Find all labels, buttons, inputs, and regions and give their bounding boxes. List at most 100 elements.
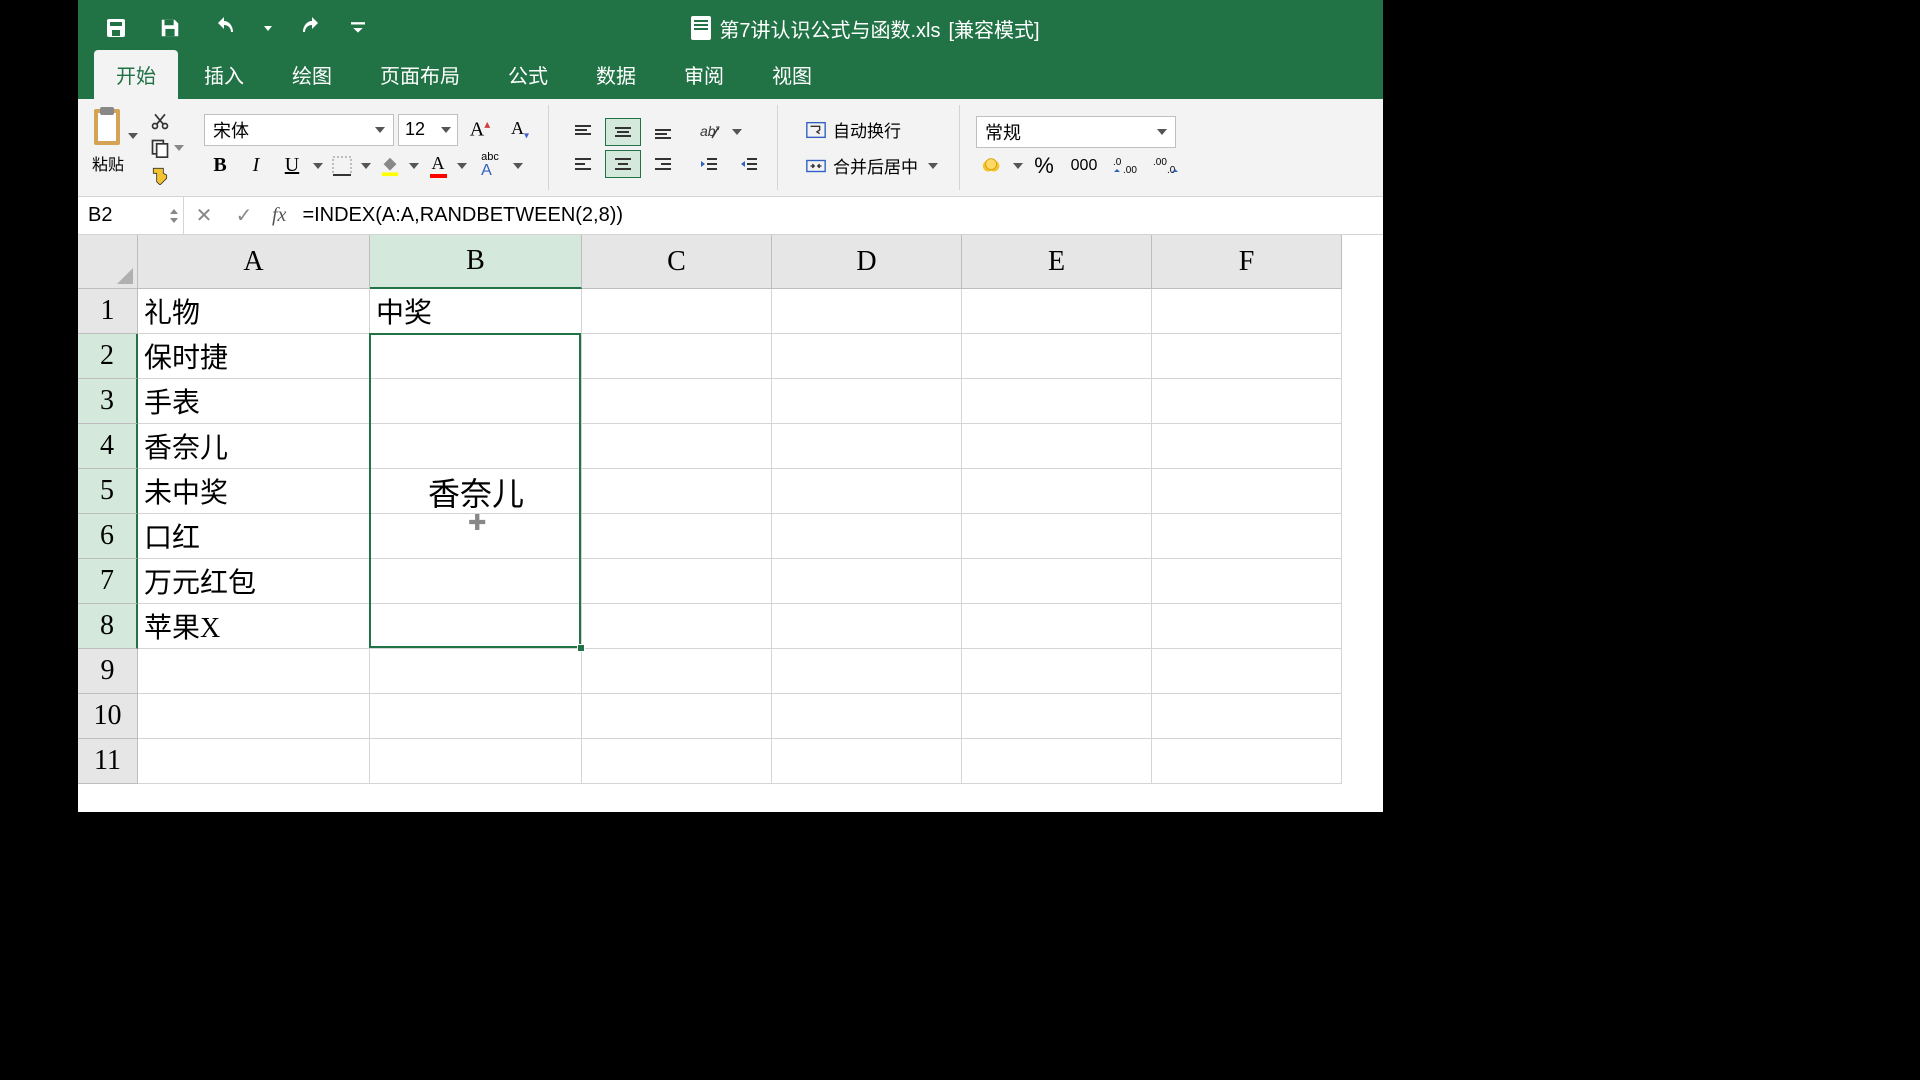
col-header-E[interactable]: E	[962, 235, 1152, 289]
cell-A11[interactable]	[138, 739, 370, 784]
orientation-dropdown[interactable]	[731, 118, 743, 146]
cell-C9[interactable]	[582, 649, 772, 694]
cell-C6[interactable]	[582, 514, 772, 559]
cell-D6[interactable]	[772, 514, 962, 559]
cell-F1[interactable]	[1152, 289, 1342, 334]
border-button[interactable]	[328, 152, 356, 180]
cell-F3[interactable]	[1152, 379, 1342, 424]
increase-indent-button[interactable]	[731, 150, 767, 178]
fx-icon[interactable]: fx	[264, 204, 294, 227]
cell-C3[interactable]	[582, 379, 772, 424]
row-header-4[interactable]: 4	[78, 424, 138, 469]
tab-7[interactable]: 视图	[750, 50, 834, 99]
cell-E7[interactable]	[962, 559, 1152, 604]
name-box[interactable]: B2	[78, 197, 184, 234]
cell-D1[interactable]	[772, 289, 962, 334]
cell-F4[interactable]	[1152, 424, 1342, 469]
increase-font-icon[interactable]: A▴	[462, 116, 498, 144]
name-box-up-icon[interactable]	[169, 208, 179, 216]
col-header-B[interactable]: B	[370, 235, 582, 289]
bold-button[interactable]: B	[204, 150, 236, 182]
phonetic-dropdown[interactable]	[512, 152, 524, 180]
cell-E10[interactable]	[962, 694, 1152, 739]
cell-D5[interactable]	[772, 469, 962, 514]
cell-D10[interactable]	[772, 694, 962, 739]
cell-A6[interactable]: 口红	[138, 514, 370, 559]
orientation-button[interactable]: ab	[691, 118, 727, 146]
cell-A5[interactable]: 未中奖	[138, 469, 370, 514]
name-box-down-icon[interactable]	[169, 216, 179, 224]
row-header-10[interactable]: 10	[78, 694, 138, 739]
row-header-5[interactable]: 5	[78, 469, 138, 514]
fill-color-dropdown[interactable]	[408, 152, 420, 180]
tab-0[interactable]: 开始	[94, 50, 178, 99]
cell-D4[interactable]	[772, 424, 962, 469]
save-icon[interactable]	[152, 10, 188, 46]
align-center-button[interactable]	[605, 150, 641, 178]
tab-4[interactable]: 公式	[486, 50, 570, 99]
wrap-text-button[interactable]: 自动换行	[794, 112, 949, 148]
increase-decimal-button[interactable]: .0.00	[1108, 152, 1144, 180]
cell-A8[interactable]: 苹果X	[138, 604, 370, 649]
tab-1[interactable]: 插入	[182, 50, 266, 99]
cell-C8[interactable]	[582, 604, 772, 649]
italic-button[interactable]: I	[240, 150, 272, 182]
cell-E5[interactable]	[962, 469, 1152, 514]
select-all-corner[interactable]	[78, 235, 138, 289]
cell-B9[interactable]	[370, 649, 582, 694]
row-header-11[interactable]: 11	[78, 739, 138, 784]
cancel-formula-button[interactable]: ✕	[184, 197, 224, 234]
cell-E6[interactable]	[962, 514, 1152, 559]
cell-F2[interactable]	[1152, 334, 1342, 379]
redo-icon[interactable]	[294, 10, 330, 46]
row-header-8[interactable]: 8	[78, 604, 138, 649]
phonetic-button[interactable]: abcA	[472, 152, 508, 180]
cell-B10[interactable]	[370, 694, 582, 739]
align-top-button[interactable]	[565, 118, 601, 146]
cell-D11[interactable]	[772, 739, 962, 784]
percent-button[interactable]: %	[1028, 152, 1060, 180]
col-header-A[interactable]: A	[138, 235, 370, 289]
underline-button[interactable]: U	[276, 150, 308, 182]
font-family-select[interactable]: 宋体	[204, 114, 394, 146]
underline-dropdown[interactable]	[312, 152, 324, 180]
cell-E9[interactable]	[962, 649, 1152, 694]
formula-input[interactable]	[294, 197, 1383, 234]
tab-6[interactable]: 审阅	[662, 50, 746, 99]
fill-handle[interactable]	[577, 644, 585, 652]
decrease-decimal-button[interactable]: .00.0	[1148, 152, 1184, 180]
font-color-dropdown[interactable]	[456, 152, 468, 180]
cell-E1[interactable]	[962, 289, 1152, 334]
autosave-icon[interactable]	[98, 10, 134, 46]
row-header-6[interactable]: 6	[78, 514, 138, 559]
cell-F5[interactable]	[1152, 469, 1342, 514]
cell-A10[interactable]	[138, 694, 370, 739]
fill-color-button[interactable]	[376, 152, 404, 180]
cell-F8[interactable]	[1152, 604, 1342, 649]
paste-button[interactable]: 粘贴	[88, 105, 128, 190]
merge-center-button[interactable]: 合并后居中	[794, 148, 949, 184]
cell-C5[interactable]	[582, 469, 772, 514]
decrease-indent-button[interactable]	[691, 150, 727, 178]
cell-F9[interactable]	[1152, 649, 1342, 694]
cell-C2[interactable]	[582, 334, 772, 379]
cell-C10[interactable]	[582, 694, 772, 739]
font-size-select[interactable]: 12	[398, 114, 458, 146]
cell-D8[interactable]	[772, 604, 962, 649]
cell-D2[interactable]	[772, 334, 962, 379]
cell-E2[interactable]	[962, 334, 1152, 379]
col-header-F[interactable]: F	[1152, 235, 1342, 289]
undo-icon[interactable]	[206, 10, 242, 46]
align-bottom-button[interactable]	[645, 118, 681, 146]
format-painter-button[interactable]	[150, 163, 184, 186]
cell-F11[interactable]	[1152, 739, 1342, 784]
currency-button[interactable]	[976, 152, 1008, 180]
enter-formula-button[interactable]: ✓	[224, 197, 264, 234]
tab-2[interactable]: 绘图	[270, 50, 354, 99]
cell-C4[interactable]	[582, 424, 772, 469]
cell-E4[interactable]	[962, 424, 1152, 469]
border-dropdown[interactable]	[360, 152, 372, 180]
cell-F6[interactable]	[1152, 514, 1342, 559]
cell-D3[interactable]	[772, 379, 962, 424]
cell-D9[interactable]	[772, 649, 962, 694]
